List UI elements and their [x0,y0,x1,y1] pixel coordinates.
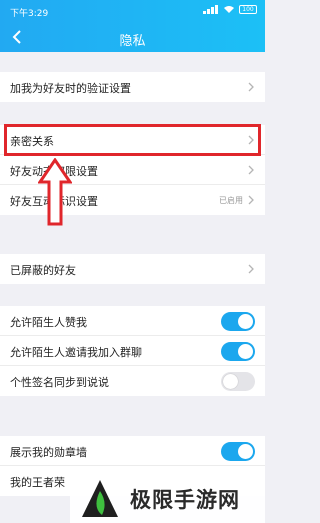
row-label: 加我为好友时的验证设置 [10,82,131,95]
toggle-knob [238,314,253,329]
row-state: 已启用 [219,196,243,205]
top-bar: 下午3:29 100 隐私 [0,0,265,52]
row-verify-settings[interactable]: 加我为好友时的验证设置 [0,72,265,102]
watermark-text: 极限手游网 [130,487,240,512]
row-label: 个性签名同步到说说 [10,376,109,389]
group-stranger: 允许陌生人赞我 允许陌生人邀请我加入群聊 个性签名同步到说说 [0,306,265,396]
group-verify: 加我为好友时的验证设置 [0,72,265,102]
status-bar: 下午3:29 100 [0,0,265,22]
nav-bar: 隐私 [0,22,265,52]
chevron-right-icon [248,264,254,274]
group-blocked: 已屏蔽的好友 [0,254,265,284]
row-blocked-friends[interactable]: 已屏蔽的好友 [0,254,265,284]
battery-icon: 100 [239,5,257,14]
arrow-up-icon [38,158,72,226]
highlight-box [4,124,261,156]
row-signature-sync: 个性签名同步到说说 [0,366,265,396]
chevron-right-icon [248,195,254,205]
signal-icon [203,5,219,14]
medal-toggle[interactable] [221,442,255,461]
row-show-medal-wall: 展示我的勋章墙 [0,436,265,466]
row-allow-stranger-like: 允许陌生人赞我 [0,306,265,336]
row-label: 展示我的勋章墙 [10,446,87,459]
allow-like-toggle[interactable] [221,312,255,331]
row-label: 我的王者荣 [10,476,65,489]
toggle-knob [223,374,238,389]
status-time: 下午3:29 [10,9,49,19]
signature-sync-toggle[interactable] [221,372,255,391]
toggle-knob [238,444,253,459]
allow-invite-toggle[interactable] [221,342,255,361]
chevron-right-icon [248,82,254,92]
row-label: 已屏蔽的好友 [10,264,76,277]
watermark-logo-icon [82,479,118,517]
chevron-right-icon [248,165,254,175]
watermark: 极限手游网 [70,474,265,523]
row-label: 允许陌生人邀请我加入群聊 [10,346,142,359]
row-allow-stranger-invite: 允许陌生人邀请我加入群聊 [0,336,265,366]
status-icons: 100 [203,5,257,14]
wifi-icon [224,6,234,13]
row-label: 允许陌生人赞我 [10,316,87,329]
page-title: 隐私 [119,34,146,49]
toggle-knob [238,344,253,359]
